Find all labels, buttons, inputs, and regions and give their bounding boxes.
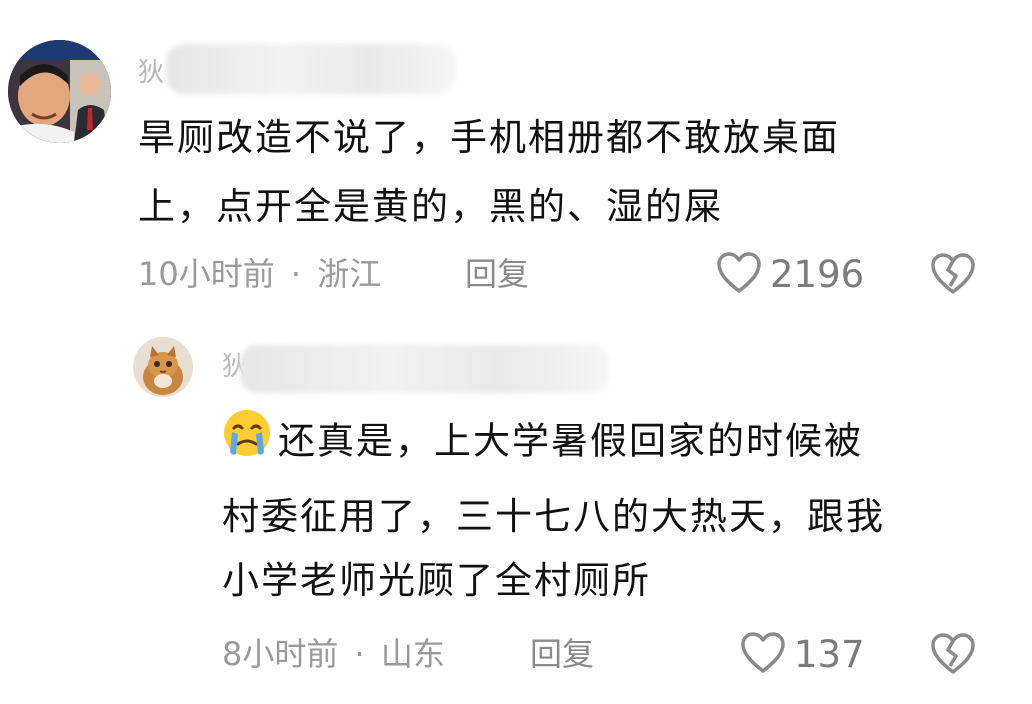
broken-heart-icon [930,633,976,680]
comment-text-line-1: 旱厕改造不说了，手机相册都不敢放桌面 [138,116,840,159]
reply-text-line-2: 村委征用了，三十七八的大热天，跟我 [222,495,885,538]
reply-text-line-3: 小学老师光顾了全村厕所 [222,559,651,602]
comment-time: 10小时前 [138,255,275,293]
avatar[interactable] [8,40,111,143]
reply-text-line-1: 还真是，上大学暑假回家的时候被 [222,408,863,478]
reply-time: 8小时前 [222,635,339,673]
meta-separator: · [354,635,365,673]
heart-outline-icon [740,631,786,679]
comment-meta: 10小时前 · 浙江 [138,254,381,294]
crying-face-emoji [222,408,272,478]
like-count: 2196 [770,253,865,296]
heart-outline-icon [716,251,762,299]
reply-location: 山东 [380,635,445,673]
reply-meta: 8小时前 · 山东 [222,634,445,674]
reply-text-line-1-text: 还真是，上大学暑假回家的时候被 [278,419,863,463]
dislike-button[interactable] [930,252,976,300]
username-partial: 狄 [138,58,165,88]
meta-separator: · [290,255,302,293]
like-count: 137 [794,633,865,676]
username-redacted [166,44,456,94]
dislike-button[interactable] [930,632,976,680]
avatar[interactable] [133,337,193,397]
like-button[interactable]: 2196 [716,251,864,299]
comment-text-line-2: 上，点开全是黄的，黑的、湿的屎 [138,185,723,228]
reply-button[interactable]: 回复 [530,634,594,674]
comment-location: 浙江 [317,255,382,293]
broken-heart-icon [930,253,976,300]
like-button[interactable]: 137 [740,631,865,679]
username-redacted [240,345,610,393]
reply-button[interactable]: 回复 [465,254,529,294]
